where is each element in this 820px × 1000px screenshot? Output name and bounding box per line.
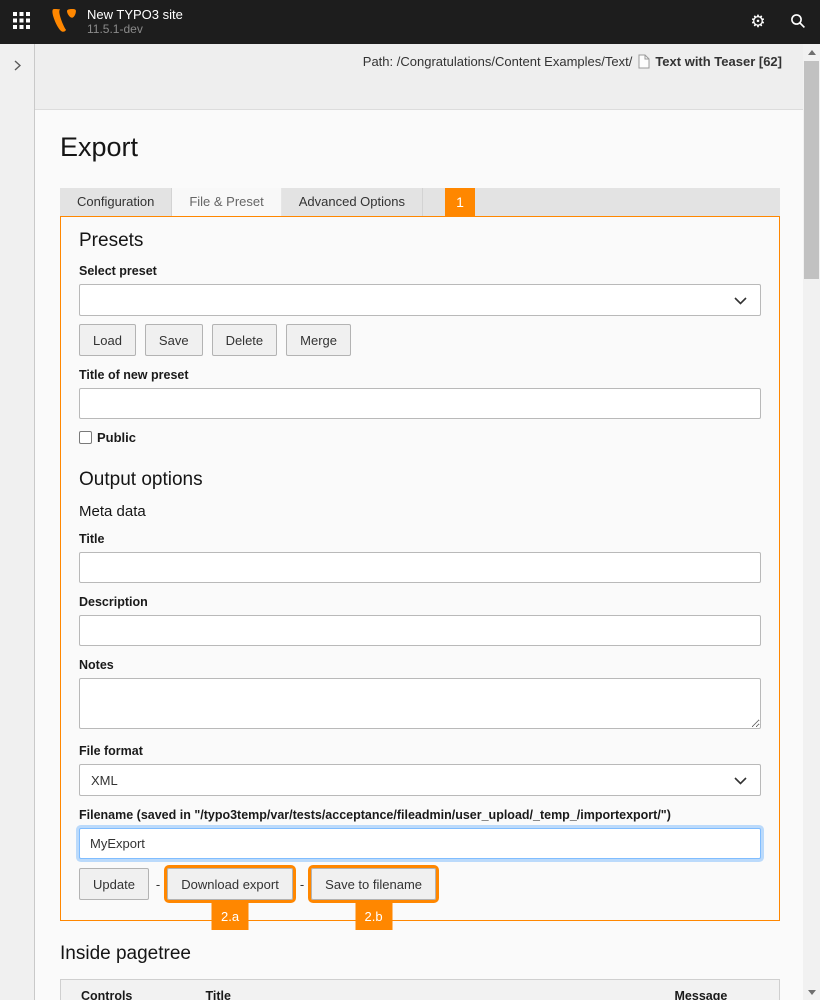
scroll-down-arrow-icon[interactable]: [803, 984, 820, 1000]
sidebar-expand-button[interactable]: [8, 57, 26, 75]
select-preset-label: Select preset: [79, 264, 761, 278]
file-format-group: File format XML: [79, 744, 761, 796]
tab-file-preset[interactable]: File & Preset: [172, 188, 281, 216]
topbar-site-info: New TYPO3 site 11.5.1-dev: [87, 8, 183, 36]
filename-group: Filename (saved in "/typo3temp/var/tests…: [79, 808, 761, 859]
gear-icon: ⚙: [750, 14, 765, 31]
annotation-badge-1: 1: [445, 188, 475, 216]
column-controls: Controls: [61, 980, 186, 1000]
column-message: Message: [655, 980, 780, 1000]
new-preset-title-group: Title of new preset: [79, 368, 761, 419]
site-title: New TYPO3 site: [87, 8, 183, 22]
description-group: Description: [79, 595, 761, 646]
topbar: New TYPO3 site 11.5.1-dev ⚙: [0, 0, 820, 44]
inside-pagetree-heading: Inside pagetree: [60, 943, 780, 965]
scrollbar-thumb[interactable]: [804, 61, 819, 279]
search-icon: [790, 13, 806, 32]
public-checkbox[interactable]: [79, 431, 92, 444]
module-menu-button[interactable]: [0, 0, 42, 44]
save-to-filename-button[interactable]: Save to filename: [311, 868, 436, 900]
typo3-logo-icon[interactable]: [52, 9, 76, 35]
inside-pagetree-section: Inside pagetree Controls Title Message: [60, 943, 780, 1000]
filename-input[interactable]: [79, 828, 761, 859]
save-button[interactable]: Save: [145, 324, 203, 356]
description-label: Description: [79, 595, 761, 609]
export-buttons-row: Update - Download export 2.a - Save to f…: [79, 868, 761, 900]
notes-label: Notes: [79, 658, 761, 672]
scroll-up-arrow-icon[interactable]: [803, 44, 820, 60]
new-preset-title-label: Title of new preset: [79, 368, 761, 382]
page-title: Export: [60, 132, 780, 163]
update-button[interactable]: Update: [79, 868, 149, 900]
pagetree-sidebar: [0, 44, 35, 1000]
delete-button[interactable]: Delete: [212, 324, 278, 356]
annotation-badge-2a: 2.a: [212, 903, 249, 930]
tab-advanced-options[interactable]: Advanced Options: [282, 188, 423, 216]
pagetree-table: Controls Title Message: [60, 979, 780, 1000]
meta-title-input[interactable]: [79, 552, 761, 583]
output-options-heading: Output options: [79, 469, 761, 491]
public-checkbox-row: Public: [79, 430, 761, 445]
download-export-button[interactable]: Download export: [167, 868, 293, 900]
tab-configuration[interactable]: Configuration: [60, 188, 172, 216]
document-icon: [638, 54, 650, 69]
record-path: Path: /Congratulations/Content Examples/…: [363, 54, 633, 69]
file-format-label: File format: [79, 744, 761, 758]
file-format-select[interactable]: XML: [79, 764, 761, 796]
main-row: Path: /Congratulations/Content Examples/…: [0, 44, 820, 1000]
select-preset-group: Select preset: [79, 264, 761, 316]
record-title: Text with Teaser [62]: [655, 54, 782, 69]
filename-label: Filename (saved in "/typo3temp/var/tests…: [79, 808, 761, 822]
tabbar: Configuration File & Preset Advanced Opt…: [60, 188, 780, 216]
vertical-scrollbar[interactable]: [803, 44, 820, 1000]
public-label: Public: [97, 430, 136, 445]
typo3-version: 11.5.1-dev: [87, 23, 183, 36]
merge-button[interactable]: Merge: [286, 324, 351, 356]
module-content: Path: /Congratulations/Content Examples/…: [35, 44, 803, 1000]
meta-title-label: Title: [79, 532, 761, 546]
annotation-badge-2b: 2.b: [355, 903, 392, 930]
file-preset-panel: Presets Select preset Load Save: [60, 216, 780, 921]
chevron-right-icon: [14, 59, 21, 74]
button-separator: -: [156, 877, 160, 892]
grid-icon: [13, 12, 30, 32]
module-body: Export Configuration File & Preset Advan…: [35, 110, 803, 1000]
settings-button[interactable]: ⚙: [738, 0, 778, 44]
docheader: Path: /Congratulations/Content Examples/…: [35, 44, 803, 110]
notes-textarea[interactable]: [79, 678, 761, 729]
button-separator: -: [300, 877, 304, 892]
presets-heading: Presets: [79, 230, 761, 252]
notes-group: Notes: [79, 658, 761, 732]
new-preset-title-input[interactable]: [79, 388, 761, 419]
meta-data-heading: Meta data: [79, 503, 761, 520]
breadcrumb: Path: /Congratulations/Content Examples/…: [35, 54, 782, 69]
table-header-row: Controls Title Message: [61, 980, 780, 1000]
column-title: Title: [186, 980, 655, 1000]
preset-buttons-row: Load Save Delete Merge: [79, 324, 761, 356]
meta-title-group: Title: [79, 532, 761, 583]
description-input[interactable]: [79, 615, 761, 646]
search-button[interactable]: [778, 0, 818, 44]
load-button[interactable]: Load: [79, 324, 136, 356]
preset-select[interactable]: [79, 284, 761, 316]
